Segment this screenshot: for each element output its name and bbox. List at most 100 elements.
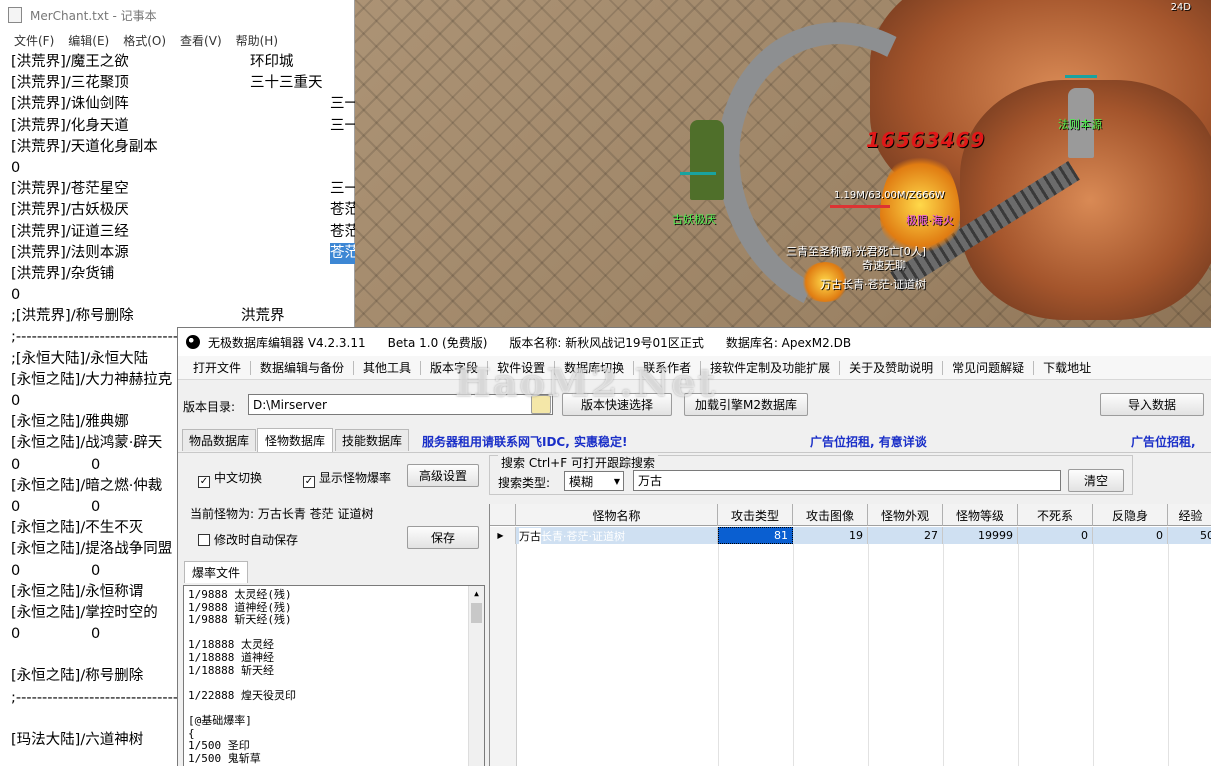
notepad-titlebar[interactable]: MerChant.txt - 记事本: [0, 0, 354, 30]
player-tag: 极限·海火: [906, 214, 954, 227]
cell-exp[interactable]: 50: [1168, 527, 1211, 544]
fps-counter: 24D: [1170, 2, 1191, 13]
npc-name-left[interactable]: 古妖极厌: [672, 211, 716, 227]
import-data-button[interactable]: 导入数据: [1100, 393, 1204, 416]
grid-line: [1093, 544, 1094, 766]
droplist-scrollbar[interactable]: ▲: [468, 586, 484, 766]
search-type-select[interactable]: 模糊 ▼: [564, 471, 624, 491]
col-exp[interactable]: 经验: [1168, 504, 1211, 526]
notepad-line-value: 0: [91, 562, 101, 579]
cell-appearance[interactable]: 27: [868, 527, 943, 544]
col-attack-type[interactable]: 攻击类型: [718, 504, 793, 526]
grid-line: [943, 544, 944, 766]
notepad-menubar: 文件(F) 编辑(E) 格式(O) 查看(V) 帮助(H): [0, 30, 354, 50]
notepad-line-key: ;-----------------------------------: [11, 329, 200, 346]
notepad-line-key: [洪荒界]/化身天道: [11, 117, 129, 134]
ad-banner-rent-2[interactable]: 广告位招租,: [1131, 433, 1196, 450]
col-attack-image[interactable]: 攻击图像: [793, 504, 868, 526]
notepad-line: 0: [11, 158, 355, 179]
menu-about[interactable]: 关于及赞助说明: [840, 359, 942, 376]
notepad-line-key: ;[洪荒界]/称号删除: [11, 308, 134, 325]
npc-hp-bar-right: [1065, 75, 1097, 78]
menu-faq[interactable]: 常见问题解疑: [943, 359, 1033, 376]
notepad-line: [洪荒界]/古妖极厌 苍茫: [11, 200, 355, 221]
chk-chinese-switch[interactable]: ✓ 中文切换: [198, 469, 262, 488]
damage-number: 16563469: [866, 128, 986, 152]
menu-custom[interactable]: 接软件定制及功能扩展: [701, 359, 839, 376]
cell-name-highlight: 万古: [519, 527, 541, 544]
notepad-menu-format[interactable]: 格式(O): [123, 32, 166, 49]
chk-auto-save[interactable]: 修改时自动保存: [198, 531, 298, 548]
tab-drop-file[interactable]: 爆率文件: [184, 561, 248, 583]
editor-titlebar[interactable]: 无极数据库编辑器 V4.2.3.11 Beta 1.0 (免费版) 版本名称: …: [178, 328, 1211, 356]
cell-name-rest: 长青·苍茫·证道树: [541, 529, 625, 543]
npc-hp-bar: [680, 172, 716, 175]
search-type-value: 模糊: [569, 474, 594, 489]
notepad-line-key: [永恒之陆]/战鸿蒙·辟天: [11, 435, 163, 452]
ad-banner-idc[interactable]: 服务器租用请联系网飞IDC, 实惠稳定!: [422, 433, 627, 450]
notepad-line-key: [永恒之陆]/称号删除: [11, 668, 144, 685]
notepad-line-value: 0: [91, 626, 101, 643]
notepad-menu-help[interactable]: 帮助(H): [236, 32, 278, 49]
notepad-line: [洪荒界]/诛仙剑阵 三一: [11, 94, 355, 115]
notepad-line: ;[洪荒界]/称号删除 洪荒界: [11, 306, 355, 327]
menu-open-file[interactable]: 打开文件: [184, 359, 250, 376]
col-monster-name[interactable]: 怪物名称: [516, 504, 718, 526]
notepad-line-key: [永恒之陆]/大力神赫拉克: [11, 371, 173, 388]
notepad-line-key: [洪荒界]/天道化身副本: [11, 138, 158, 155]
col-appearance[interactable]: 怪物外观: [868, 504, 943, 526]
notepad-menu-edit[interactable]: 编辑(E): [68, 32, 109, 49]
cell-attack-type[interactable]: 81: [718, 527, 793, 544]
tab-skill-db[interactable]: 技能数据库: [335, 429, 409, 451]
player-hp-text: 1.19M/63.00M/Z666W: [834, 190, 945, 201]
notepad-line-key: [永恒之陆]/永恒称谓: [11, 583, 144, 600]
notepad-menu-file[interactable]: 文件(F): [14, 32, 54, 49]
menu-other-tools[interactable]: 其他工具: [354, 359, 420, 376]
notepad-line-key: 0: [11, 159, 21, 176]
npc-figure-left[interactable]: [690, 120, 724, 200]
row-pointer-icon: ▶: [490, 527, 516, 544]
cell-level[interactable]: 19999: [943, 527, 1018, 544]
dir-label: 版本目录:: [183, 400, 236, 414]
monster-grid[interactable]: 怪物名称 攻击类型 攻击图像 怪物外观 怪物等级 不死系 反隐身 经验 ▶ 万古…: [489, 504, 1211, 766]
cell-monster-name[interactable]: 万古 长青·苍茫·证道树: [516, 527, 718, 544]
notepad-line-value: 三十三重天: [250, 75, 323, 92]
scrollbar-thumb[interactable]: [471, 602, 482, 623]
tab-monster-db[interactable]: 怪物数据库: [257, 428, 333, 452]
notepad-line-key: ;-----------------------------------: [11, 689, 200, 706]
db-tabs: 物品数据库 怪物数据库 技能数据库 服务器租用请联系网飞IDC, 实惠稳定! 广…: [178, 428, 1211, 452]
notepad-line: [洪荒界]/证道三经 苍茫: [11, 222, 355, 243]
notepad-line-key: [永恒之陆]/提洛战争同盟: [11, 541, 173, 558]
chk-chinese-label: 中文切换: [214, 471, 263, 485]
cell-undead[interactable]: 0: [1018, 527, 1093, 544]
drop-rate-textarea[interactable]: 1/9888 太灵经(残) 1/9888 道神经(残) 1/9888 斩天经(残…: [183, 585, 485, 766]
ad-banner-rent[interactable]: 广告位招租, 有意详谈: [810, 433, 927, 450]
cell-anti-invis[interactable]: 0: [1093, 527, 1168, 544]
search-input[interactable]: 万古: [633, 470, 1061, 491]
chk-autosave-label: 修改时自动保存: [214, 533, 299, 547]
notepad-line-key: [洪荒界]/证道三经: [11, 223, 129, 240]
notepad-line-key: 0: [11, 626, 21, 643]
checkbox-checked-icon: ✓: [198, 476, 210, 488]
notepad-title: MerChant.txt - 记事本: [30, 8, 157, 23]
notepad-line-key: ;[永恒大陆]/永恒大陆: [11, 350, 149, 367]
scroll-up-icon[interactable]: ▲: [469, 588, 484, 601]
cell-attack-image[interactable]: 19: [793, 527, 868, 544]
clear-button[interactable]: 清空: [1068, 469, 1124, 492]
tab-item-db[interactable]: 物品数据库: [182, 429, 256, 451]
chevron-down-icon: ▼: [613, 476, 620, 486]
col-anti-invis[interactable]: 反隐身: [1093, 504, 1168, 526]
chk-show-droprate[interactable]: ✓ 显示怪物爆率: [303, 469, 391, 488]
monster-name[interactable]: 万古长青·苍茫·证道树: [820, 276, 926, 292]
npc-name-right[interactable]: 法则本源: [1058, 116, 1102, 132]
notepad-line-value: 苍茫: [330, 223, 355, 240]
grid-line: [718, 544, 719, 766]
menu-download[interactable]: 下载地址: [1034, 359, 1100, 376]
col-level[interactable]: 怪物等级: [943, 504, 1018, 526]
col-undead[interactable]: 不死系: [1018, 504, 1093, 526]
save-button[interactable]: 保存: [407, 526, 479, 549]
menu-data-edit[interactable]: 数据编辑与备份: [251, 359, 353, 376]
notepad-menu-view[interactable]: 查看(V): [180, 32, 222, 49]
advanced-settings-button[interactable]: 高级设置: [407, 464, 479, 487]
notepad-line: [洪荒界]/化身天道 三一: [11, 116, 355, 137]
